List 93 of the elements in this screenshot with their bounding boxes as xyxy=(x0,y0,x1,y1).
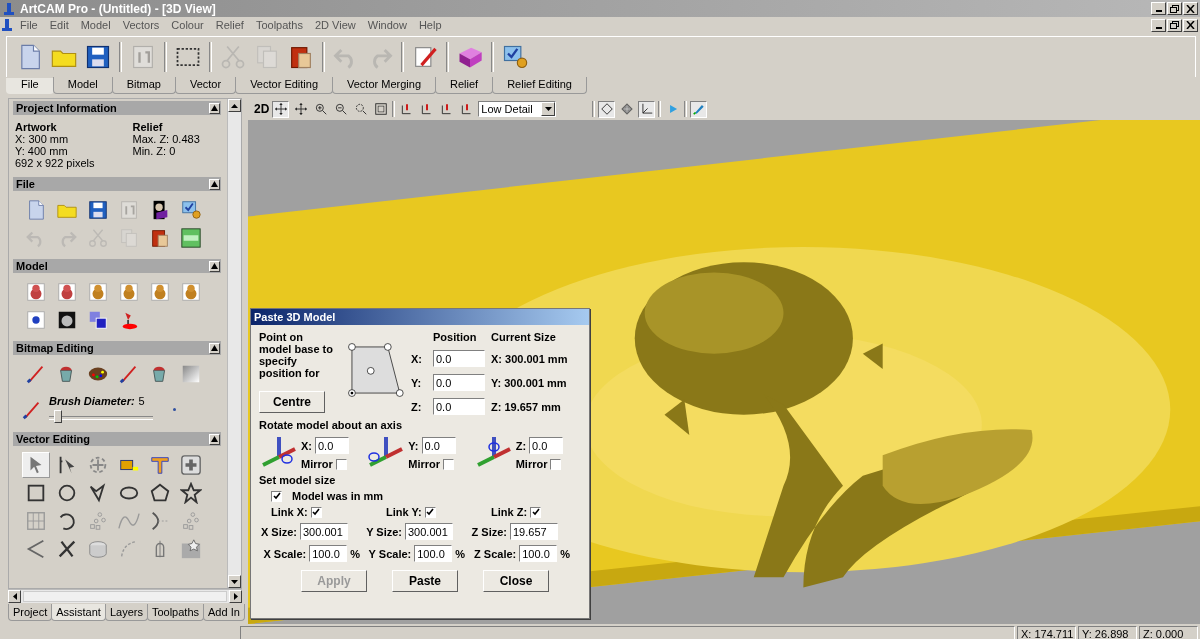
menu-item[interactable]: File xyxy=(14,19,44,31)
info-text: Min. Z: 0 xyxy=(132,145,177,157)
rotate-heading: Rotate model about an axis xyxy=(259,419,404,431)
ribbon-tab[interactable]: File xyxy=(6,78,54,94)
detail-dropdown[interactable]: Low Detail xyxy=(478,101,557,117)
status-coordinate: Y: 26.898 xyxy=(1078,625,1137,639)
2d-view-button[interactable]: 2D xyxy=(254,102,270,116)
section-title: Model xyxy=(16,260,49,272)
column-heading: Relief xyxy=(132,121,164,133)
panel-tab[interactable]: Assistant xyxy=(51,604,106,621)
ribbon-tab[interactable]: Model xyxy=(52,77,113,94)
column-heading: Artwork xyxy=(15,121,58,133)
link-label: Link Y: xyxy=(386,506,422,518)
axis-label: Y: xyxy=(408,439,419,452)
mirror-label: Mirror xyxy=(408,458,441,470)
percent-sign: % xyxy=(560,547,570,560)
position-field[interactable]: 0.0 xyxy=(433,398,485,415)
section-title: Vector Editing xyxy=(16,433,91,445)
section-title: Bitmap Editing xyxy=(16,342,95,354)
dialog-title: Paste 3D Model xyxy=(251,309,589,325)
brush-diameter-value: 5 xyxy=(138,395,145,407)
window-title: ArtCAM Pro - (Untitled) - [3D View] xyxy=(20,1,216,16)
centre-button[interactable]: Centre xyxy=(259,391,325,413)
section-header[interactable]: Bitmap Editing xyxy=(13,341,221,355)
menu-item[interactable]: Toolpaths xyxy=(249,19,309,31)
ribbon-tab[interactable]: Bitmap xyxy=(111,77,176,94)
dialog-button[interactable]: Close xyxy=(483,570,549,592)
ribbon-tab[interactable]: Relief Editing xyxy=(492,77,587,94)
info-text: 692 x 922 pixels xyxy=(15,157,95,169)
panel-tab[interactable]: Project xyxy=(8,604,53,621)
percent-sign: % xyxy=(455,547,465,560)
ribbon-tab[interactable]: Vector Editing xyxy=(235,77,333,94)
units-label: Model was in mm xyxy=(292,490,384,502)
status-coordinate: X: 174.711 xyxy=(1017,625,1076,639)
axis-label: X: xyxy=(411,352,423,365)
position-field[interactable]: 0.0 xyxy=(433,374,485,391)
section-header[interactable]: File xyxy=(13,177,221,191)
mirror-label: Mirror xyxy=(515,458,548,470)
info-text: Y: 400 mm xyxy=(15,145,69,157)
link-label: Link Z: xyxy=(491,506,528,518)
menu-item[interactable]: Model xyxy=(74,19,117,31)
status-coordinate: Z: 0.000 xyxy=(1139,625,1198,639)
dialog-button[interactable]: Paste xyxy=(392,570,458,592)
rotation-field[interactable]: 0.0 xyxy=(529,437,564,454)
menu-item[interactable]: Vectors xyxy=(116,19,166,31)
scale-label: X Scale: xyxy=(263,547,307,560)
ribbon-tab[interactable]: Vector Merging xyxy=(332,77,436,94)
size-field[interactable]: 300.001 xyxy=(405,523,453,540)
size-label: Z Size: xyxy=(471,525,507,538)
mirror-label: Mirror xyxy=(301,458,333,470)
menu-item[interactable]: Window xyxy=(361,19,413,31)
position-heading: Position xyxy=(433,331,478,343)
ribbon-tab[interactable]: Vector xyxy=(174,77,237,94)
axis-label: X: xyxy=(301,439,312,452)
instruction-text: Point on model base to specify position for xyxy=(259,331,334,379)
size-label: Y Size: xyxy=(366,525,402,538)
current-size-text: X: 300.001 mm xyxy=(491,352,569,365)
dropdown-value: Low Detail xyxy=(481,103,533,115)
info-text: X: 300 mm xyxy=(15,133,70,145)
scale-label: Y Scale: xyxy=(368,547,412,560)
rotation-field[interactable]: 0.0 xyxy=(421,437,456,454)
section-header[interactable]: Model xyxy=(13,259,221,273)
menu-item[interactable]: Edit xyxy=(43,19,75,31)
percent-sign: % xyxy=(350,547,360,560)
menu-item[interactable]: Relief xyxy=(209,19,250,31)
current-size-heading: Current Size xyxy=(491,331,557,343)
panel-tab[interactable]: Add In xyxy=(203,604,245,621)
axis-label: Z: xyxy=(515,439,527,452)
rotation-field[interactable]: 0.0 xyxy=(315,437,349,454)
size-field[interactable]: 19.657 xyxy=(510,523,558,540)
size-label: X Size: xyxy=(260,525,297,538)
position-field[interactable]: 0.0 xyxy=(433,350,485,367)
info-text: Max. Z: 0.483 xyxy=(132,133,200,145)
ribbon-tab[interactable]: Relief xyxy=(435,77,494,94)
axis-label: Z: xyxy=(411,400,423,413)
menu-item[interactable]: Colour xyxy=(165,19,210,31)
brush-diameter-label: Brush Diameter: xyxy=(49,395,135,407)
section-header[interactable]: Vector Editing xyxy=(13,432,221,446)
section-title: Project Information xyxy=(16,102,118,114)
menu-item[interactable]: Help xyxy=(412,19,448,31)
link-label: Link X: xyxy=(271,506,308,518)
size-field[interactable]: 300.001 xyxy=(300,523,348,540)
current-size-text: Z: 19.657 mm xyxy=(491,400,562,413)
scale-field[interactable]: 100.0 xyxy=(309,545,348,562)
scale-field[interactable]: 100.0 xyxy=(414,545,453,562)
menu-item[interactable]: 2D View xyxy=(309,19,362,31)
current-size-text: Y: 300.001 mm xyxy=(491,376,568,389)
section-header[interactable]: Project Information xyxy=(13,101,221,115)
section-title: File xyxy=(16,178,36,190)
scale-label: Z Scale: xyxy=(474,547,517,560)
model-size-heading: Set model size xyxy=(259,474,337,486)
axis-label: Y: xyxy=(411,376,423,389)
scale-field[interactable]: 100.0 xyxy=(519,545,558,562)
